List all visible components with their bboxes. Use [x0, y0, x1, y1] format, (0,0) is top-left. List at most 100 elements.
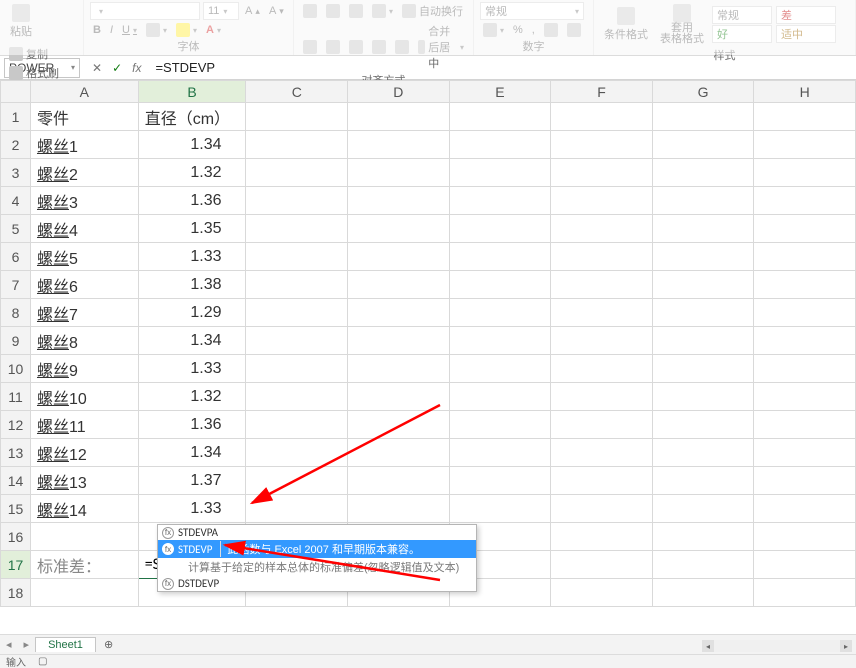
cell[interactable] [551, 411, 653, 439]
cell[interactable] [652, 523, 754, 551]
row-header[interactable]: 10 [1, 355, 31, 383]
cancel-formula-button[interactable]: ✕ [92, 61, 102, 75]
cell[interactable]: 螺丝13 [30, 467, 138, 495]
percent-button[interactable]: % [510, 22, 526, 38]
cell[interactable] [754, 215, 856, 243]
col-header-B[interactable]: B [138, 81, 246, 103]
align-bottom-button[interactable] [346, 2, 366, 20]
cell[interactable] [551, 271, 653, 299]
cell[interactable] [551, 439, 653, 467]
cell[interactable] [652, 551, 754, 579]
cell[interactable] [652, 355, 754, 383]
enter-formula-button[interactable]: ✓ [112, 61, 122, 75]
add-sheet-button[interactable]: ⊕ [96, 638, 121, 651]
formula-autocomplete[interactable]: fxSTDEVPAfxSTDEVP此函数与 Excel 2007 和早期版本兼容… [157, 524, 477, 592]
cell[interactable] [652, 103, 754, 131]
font-color-button[interactable]: A▾ [203, 22, 224, 38]
cell[interactable] [246, 187, 348, 215]
cell[interactable] [754, 103, 856, 131]
cell[interactable]: 螺丝2 [30, 159, 138, 187]
cell[interactable] [246, 271, 348, 299]
cell[interactable] [551, 327, 653, 355]
cell[interactable] [348, 271, 450, 299]
indent-inc-button[interactable] [392, 22, 412, 72]
column-headers[interactable]: A B C D E F G H [1, 81, 856, 103]
cell[interactable] [246, 159, 348, 187]
indent-dec-button[interactable] [369, 22, 389, 72]
cell[interactable] [449, 299, 551, 327]
cell[interactable] [551, 243, 653, 271]
cell[interactable] [652, 411, 754, 439]
cell[interactable] [754, 579, 856, 607]
conditional-format-button[interactable]: 条件格式 [600, 5, 652, 44]
cell[interactable] [754, 271, 856, 299]
cell[interactable] [449, 467, 551, 495]
style-bad[interactable]: 差 [776, 6, 836, 24]
macro-record-icon[interactable]: ▢ [38, 656, 47, 667]
cell[interactable] [652, 215, 754, 243]
cell[interactable] [348, 411, 450, 439]
underline-button[interactable]: U▾ [119, 22, 140, 38]
cell[interactable] [551, 187, 653, 215]
cell[interactable] [449, 411, 551, 439]
cell[interactable]: 标准差： [30, 551, 138, 579]
cell[interactable]: 螺丝3 [30, 187, 138, 215]
scroll-left-button[interactable]: ◂ [702, 640, 714, 652]
dec-decimal-button[interactable] [564, 22, 584, 38]
col-header-G[interactable]: G [652, 81, 754, 103]
cell[interactable]: 1.35 [138, 215, 246, 243]
cell[interactable] [246, 467, 348, 495]
cell[interactable]: 1.37 [138, 467, 246, 495]
cell[interactable]: 螺丝7 [30, 299, 138, 327]
cell[interactable] [449, 383, 551, 411]
cell[interactable] [551, 215, 653, 243]
inc-decimal-button[interactable] [541, 22, 561, 38]
cell[interactable] [754, 243, 856, 271]
cell[interactable] [551, 131, 653, 159]
row-header[interactable]: 9 [1, 327, 31, 355]
cell[interactable]: 螺丝1 [30, 131, 138, 159]
bold-button[interactable]: B [90, 22, 104, 38]
cell[interactable]: 螺丝8 [30, 327, 138, 355]
sheet-nav-prev[interactable]: ◂ [0, 638, 18, 651]
scroll-right-button[interactable]: ▸ [840, 640, 852, 652]
cell[interactable] [551, 467, 653, 495]
col-header-C[interactable]: C [246, 81, 348, 103]
cell[interactable] [754, 551, 856, 579]
sheet-nav-next[interactable]: ▸ [18, 638, 36, 651]
cell[interactable] [246, 103, 348, 131]
cell[interactable]: 1.36 [138, 411, 246, 439]
cell[interactable] [30, 579, 138, 607]
cell[interactable] [652, 131, 754, 159]
row-header[interactable]: 6 [1, 243, 31, 271]
cell[interactable] [246, 327, 348, 355]
cell[interactable] [652, 495, 754, 523]
cell[interactable] [449, 327, 551, 355]
wrap-text-button[interactable]: 自动换行 [399, 2, 466, 20]
align-right-button[interactable] [346, 22, 366, 72]
cell[interactable]: 1.32 [138, 159, 246, 187]
row-header[interactable]: 3 [1, 159, 31, 187]
horizontal-scrollbar[interactable]: ◂ ▸ [702, 640, 852, 652]
col-header-E[interactable]: E [449, 81, 551, 103]
paste-button[interactable]: 粘贴 [6, 2, 36, 41]
cell[interactable] [652, 579, 754, 607]
cell[interactable] [348, 327, 450, 355]
cell[interactable] [449, 271, 551, 299]
fill-color-button[interactable]: ▾ [173, 22, 200, 38]
copy-button[interactable]: 复制 [6, 45, 62, 63]
cell[interactable] [246, 131, 348, 159]
cell[interactable] [754, 187, 856, 215]
cell[interactable] [246, 215, 348, 243]
row-header[interactable]: 17 [1, 551, 31, 579]
cell[interactable] [754, 355, 856, 383]
cell[interactable] [348, 299, 450, 327]
table-format-button[interactable]: 套用 表格格式 [656, 2, 708, 47]
orientation-button[interactable]: ▾ [369, 2, 396, 20]
sheet-tab[interactable]: Sheet1 [35, 637, 96, 652]
cell[interactable] [449, 187, 551, 215]
cell[interactable]: 螺丝11 [30, 411, 138, 439]
cell[interactable]: 螺丝10 [30, 383, 138, 411]
cell[interactable] [652, 383, 754, 411]
font-name-combo[interactable]: ▾ [90, 2, 200, 20]
